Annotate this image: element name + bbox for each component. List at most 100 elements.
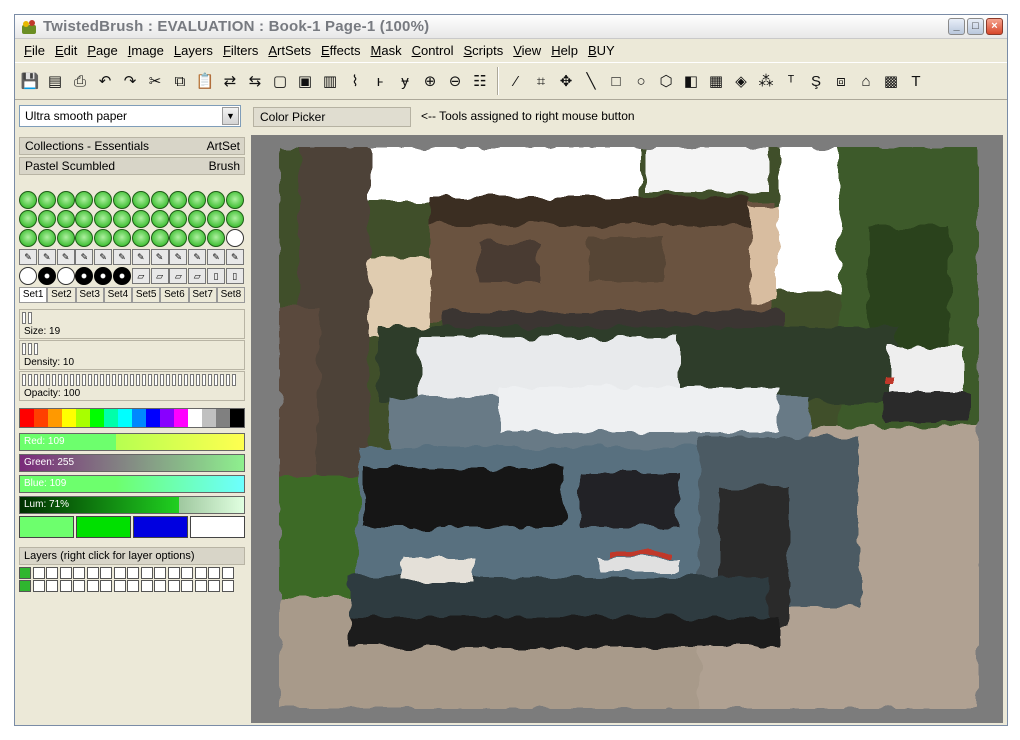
brush-icon[interactable]: ⌇ [344, 69, 366, 93]
minimize-button[interactable]: _ [948, 18, 965, 35]
palette-color[interactable] [216, 409, 230, 427]
gradient-icon[interactable]: ◧ [680, 69, 702, 93]
palette-color[interactable] [76, 409, 90, 427]
menu-scripts[interactable]: Scripts [459, 43, 509, 58]
brush-swatch[interactable] [56, 191, 75, 209]
palette-color[interactable] [34, 409, 48, 427]
stamp-icon[interactable]: ⌂ [855, 69, 877, 93]
layer-cell[interactable] [127, 580, 139, 592]
page-icon[interactable]: ▯ [206, 268, 225, 284]
menu-filters[interactable]: Filters [218, 43, 263, 58]
menu-effects[interactable]: Effects [316, 43, 366, 58]
palette-color[interactable] [202, 409, 216, 427]
menu-mask[interactable]: Mask [366, 43, 407, 58]
layers-header[interactable]: Layers (right click for layer options) [19, 547, 245, 565]
brush-swatch[interactable] [188, 210, 207, 228]
brush-swatch[interactable] [37, 229, 56, 247]
brush-swatch[interactable] [19, 267, 37, 285]
palette-color[interactable] [230, 409, 244, 427]
brush-tool-icon[interactable]: ✎ [169, 249, 188, 265]
menu-page[interactable]: Page [82, 43, 122, 58]
size-slider-track[interactable] [22, 312, 34, 324]
paper-select[interactable]: Ultra smooth paper ▼ [19, 105, 241, 127]
text-size-icon[interactable]: ᵀ [780, 69, 802, 93]
palette-color[interactable] [104, 409, 118, 427]
layer-cell[interactable] [221, 580, 234, 592]
brush-swatch[interactable] [94, 229, 113, 247]
layer-cell[interactable] [154, 580, 166, 592]
brush-tool-icon[interactable]: ✎ [37, 249, 56, 265]
brush-swatch[interactable] [56, 229, 75, 247]
layer-cell[interactable] [73, 580, 85, 592]
layer-cell[interactable] [127, 567, 139, 579]
color-palette[interactable] [19, 408, 245, 428]
layer-cell[interactable] [59, 567, 72, 579]
texture-icon[interactable]: ◈ [730, 69, 752, 93]
green-slider[interactable]: Green: 255 [19, 454, 245, 472]
brush-swatch[interactable] [169, 191, 188, 209]
palette-color[interactable] [160, 409, 174, 427]
menu-buy[interactable]: BUY [583, 43, 620, 58]
page-setup-icon[interactable]: ☷ [469, 69, 491, 93]
brush-tool-icon[interactable]: ✎ [206, 249, 225, 265]
menu-help[interactable]: Help [546, 43, 583, 58]
maximize-button[interactable]: □ [967, 18, 984, 35]
brush-tool-icon[interactable]: ✎ [112, 249, 131, 265]
zoom-in-icon[interactable]: ⊕ [419, 69, 441, 93]
layer-cell[interactable] [181, 580, 193, 592]
layer-cell[interactable] [194, 567, 207, 579]
layer-cell[interactable] [208, 580, 220, 592]
color-swatch[interactable] [190, 516, 245, 538]
pattern-icon[interactable]: ▦ [705, 69, 727, 93]
brush-swatch[interactable] [19, 191, 37, 209]
layer-cell[interactable] [32, 580, 45, 592]
rectangle-icon[interactable]: □ [605, 69, 627, 93]
brush-swatch[interactable] [150, 210, 169, 228]
palette-color[interactable] [174, 409, 188, 427]
copy-icon[interactable]: ⧉ [169, 69, 191, 93]
lum-slider[interactable]: Lum: 71% [19, 496, 245, 514]
redo-icon[interactable]: ↷ [119, 69, 141, 93]
page-icon[interactable]: ▣ [294, 69, 316, 93]
brush-swatch[interactable] [94, 191, 113, 209]
menu-file[interactable]: File [19, 43, 50, 58]
canvas-area[interactable] [251, 135, 1003, 723]
layer-cell[interactable] [181, 567, 193, 579]
layer-cell[interactable] [46, 567, 58, 579]
crop-icon[interactable]: ⌗ [530, 69, 552, 93]
layer-cell[interactable] [208, 567, 220, 579]
tab-set6[interactable]: Set6 [160, 287, 189, 303]
palette-color[interactable] [90, 409, 104, 427]
density-slider[interactable]: Density: 10 [19, 340, 245, 370]
paste-icon[interactable]: 📋 [194, 69, 216, 93]
brush-swatch[interactable] [150, 191, 169, 209]
blue-slider[interactable]: Blue: 109 [19, 475, 245, 493]
brush-swatch[interactable] [131, 191, 150, 209]
chevron-down-icon[interactable]: ▼ [222, 107, 239, 125]
brush-swatch[interactable] [19, 210, 37, 228]
tab-set2[interactable]: Set2 [47, 287, 76, 303]
undo-icon[interactable]: ↶ [94, 69, 116, 93]
artset-button[interactable]: ArtSet [207, 139, 240, 153]
ellipse-icon[interactable]: ○ [630, 69, 652, 93]
palette-color[interactable] [132, 409, 146, 427]
red-slider[interactable]: Red: 109 [19, 433, 245, 451]
menu-artsets[interactable]: ArtSets [263, 43, 316, 58]
opacity-slider-track[interactable] [22, 374, 238, 386]
brush-tip-icon[interactable]: ɏ [394, 69, 416, 93]
brush-swatch[interactable] [150, 229, 169, 247]
layer-cell[interactable] [154, 567, 166, 579]
eraser-icon[interactable]: ▱ [169, 268, 188, 284]
eraser-icon[interactable]: ▱ [131, 268, 150, 284]
layer-cell[interactable] [86, 567, 99, 579]
page-icon[interactable]: ▯ [225, 268, 244, 284]
close-button[interactable]: × [986, 18, 1003, 35]
layer-cell[interactable] [113, 580, 126, 592]
collection-row[interactable]: Collections - Essentials ArtSet [19, 137, 245, 155]
layer-cell[interactable] [100, 580, 112, 592]
brush-swatch[interactable] [112, 229, 131, 247]
script-icon[interactable]: Ş [805, 69, 827, 93]
layer-cell[interactable] [19, 580, 31, 592]
eyedropper-icon[interactable]: ⁄ [505, 69, 527, 93]
tab-set7[interactable]: Set7 [188, 287, 217, 303]
